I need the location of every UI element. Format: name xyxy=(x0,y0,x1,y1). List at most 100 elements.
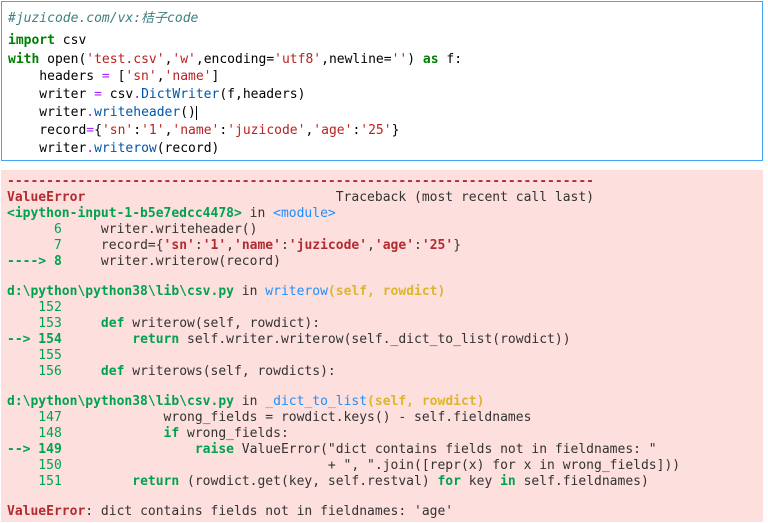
code-string: '25' xyxy=(360,123,392,138)
code-cell[interactable]: #juzicode.com/vx:桔子code import csv with … xyxy=(1,1,763,161)
kw-import: import xyxy=(8,33,55,48)
code-text: writer xyxy=(8,87,95,102)
code-text: f: xyxy=(438,52,463,67)
code-text: } xyxy=(453,238,462,253)
code-string: 'juzicode' xyxy=(227,123,306,138)
line-number: 148 xyxy=(7,426,62,441)
frame-location: d:\python\python38\lib\csv.py xyxy=(7,394,234,409)
code-text: : xyxy=(414,238,422,253)
frame-1-line-8: ----> 8 writer.writerow(record) xyxy=(7,253,281,270)
code-operator: = xyxy=(86,123,95,138)
code-text: ,encoding= xyxy=(195,52,275,67)
traceback-output: ----------------------------------------… xyxy=(1,170,763,522)
frame-location: <ipython-input-1-b5e7edcc4478> xyxy=(7,206,242,221)
code-text: ) xyxy=(407,52,423,67)
code-text: wrong_fields = rowdict.keys() - self.fie… xyxy=(61,410,532,425)
code-string: '' xyxy=(391,52,408,67)
frame-3-line-148: 148 if wrong_fields: xyxy=(7,425,289,442)
line-number: 6 xyxy=(7,222,62,237)
frame-3-line-149: --> 149 raise ValueError("dict contains … xyxy=(7,441,657,458)
code-text: writerows(self, rowdicts): xyxy=(124,364,336,379)
code-operator: = xyxy=(94,87,102,102)
code-text: (rowdict.get(key, self.restval) xyxy=(179,474,438,489)
code-text: wrong_fields: xyxy=(179,426,289,441)
frame-2-line-153: 153 def writerow(self, rowdict): xyxy=(7,315,320,332)
line-number: 156 xyxy=(7,364,62,379)
final-error-line: ValueError: dict contains fields not in … xyxy=(7,503,453,520)
code-text: writer xyxy=(8,105,87,120)
frame-2-line-155: 155 xyxy=(7,347,62,364)
code-line-1: #juzicode.com/vx:桔子code xyxy=(8,10,198,27)
line-number: 150 xyxy=(7,458,62,473)
code-function: DictWriter xyxy=(141,87,220,102)
traceback-title: Traceback (most recent call last) xyxy=(85,190,595,205)
code-text: , xyxy=(367,238,375,253)
code-line-5: writer = csv.DictWriter(f,headers) xyxy=(8,86,305,103)
code-line-2: import csv xyxy=(8,32,86,49)
code-text: (f,headers) xyxy=(219,87,306,102)
frame-3-line-151: 151 return (rowdict.get(key, self.restva… xyxy=(7,473,649,490)
code-string: '25' xyxy=(421,238,454,253)
code-string: 'w' xyxy=(172,52,196,67)
code-text: self.fieldnames) xyxy=(515,474,649,489)
code-text: key xyxy=(460,474,501,489)
frame-2-header: d:\python\python38\lib\csv.py in writero… xyxy=(7,283,445,300)
code-text: : xyxy=(219,123,228,138)
code-string: 'sn' xyxy=(101,123,134,138)
code-text: : xyxy=(133,123,142,138)
code-text: ] xyxy=(211,69,220,84)
code-string: 'sn' xyxy=(125,69,157,84)
frame-2-line-152: 152 xyxy=(7,299,62,316)
code-line-3: with open('test.csv','w',encoding='utf8'… xyxy=(8,51,462,68)
kw-as: as xyxy=(422,52,439,67)
text-cursor xyxy=(195,105,197,120)
code-line-8: writer.writerow(record) xyxy=(8,140,219,157)
code-text: open( xyxy=(39,52,87,67)
code-text: + ", ".join([repr(x) for x in wrong_fiel… xyxy=(61,458,681,473)
line-number: 153 xyxy=(7,316,62,331)
code-text: , xyxy=(226,238,234,253)
code-line-6: writer.writeheader() xyxy=(8,104,197,121)
line-number: 147 xyxy=(7,410,62,425)
frame-3-line-150: 150 + ", ".join([repr(x) for x in wrong_… xyxy=(7,457,680,474)
kw-with: with xyxy=(8,52,40,67)
code-operator: . xyxy=(86,105,95,120)
code-string: 'name' xyxy=(234,238,281,253)
code-function: writerow xyxy=(94,141,157,156)
code-keyword: in xyxy=(500,474,516,489)
code-text: writer xyxy=(8,141,87,156)
code-string: 'name' xyxy=(164,69,212,84)
current-line-arrow: --> 149 xyxy=(7,442,62,457)
code-text: in xyxy=(233,394,266,409)
frame-3-header: d:\python\python38\lib\csv.py in _dict_t… xyxy=(7,393,484,410)
frame-3-line-147: 147 wrong_fields = rowdict.keys() - self… xyxy=(7,409,531,426)
code-text: , xyxy=(156,69,165,84)
code-keyword: def xyxy=(61,364,125,379)
code-text: { xyxy=(94,123,102,138)
code-keyword: def xyxy=(61,316,125,331)
code-text: writer.writeheader() xyxy=(61,222,258,237)
code-string: 'utf8' xyxy=(274,52,322,67)
code-text: [ xyxy=(109,69,126,84)
code-string: 'age' xyxy=(374,238,415,253)
code-string: '1' xyxy=(202,238,227,253)
code-keyword: for xyxy=(437,474,461,489)
code-text: writer.writerow(record) xyxy=(61,254,281,269)
code-text: } xyxy=(391,123,400,138)
line-number: 152 xyxy=(7,300,62,315)
code-comment: #juzicode.com/vx:桔子code xyxy=(8,11,199,26)
code-operator: . xyxy=(133,87,142,102)
code-text: in xyxy=(233,284,266,299)
code-string: 'test.csv' xyxy=(86,52,165,67)
frame-1-line-6: 6 writer.writeheader() xyxy=(7,221,258,238)
code-text: headers xyxy=(8,69,102,84)
frame-1-line-7: 7 record={'sn':'1','name':'juzicode','ag… xyxy=(7,237,461,254)
code-text: csv xyxy=(54,33,87,48)
code-function: writeheader xyxy=(94,105,181,120)
frame-function: writerow xyxy=(265,284,328,299)
error-name: ValueError xyxy=(7,504,86,519)
frame-module: <module> xyxy=(273,206,336,221)
traceback-divider: ----------------------------------------… xyxy=(7,174,594,189)
frame-2-line-154: --> 154 return self.writer.writerow(self… xyxy=(7,331,571,348)
line-number: 151 xyxy=(7,474,62,489)
